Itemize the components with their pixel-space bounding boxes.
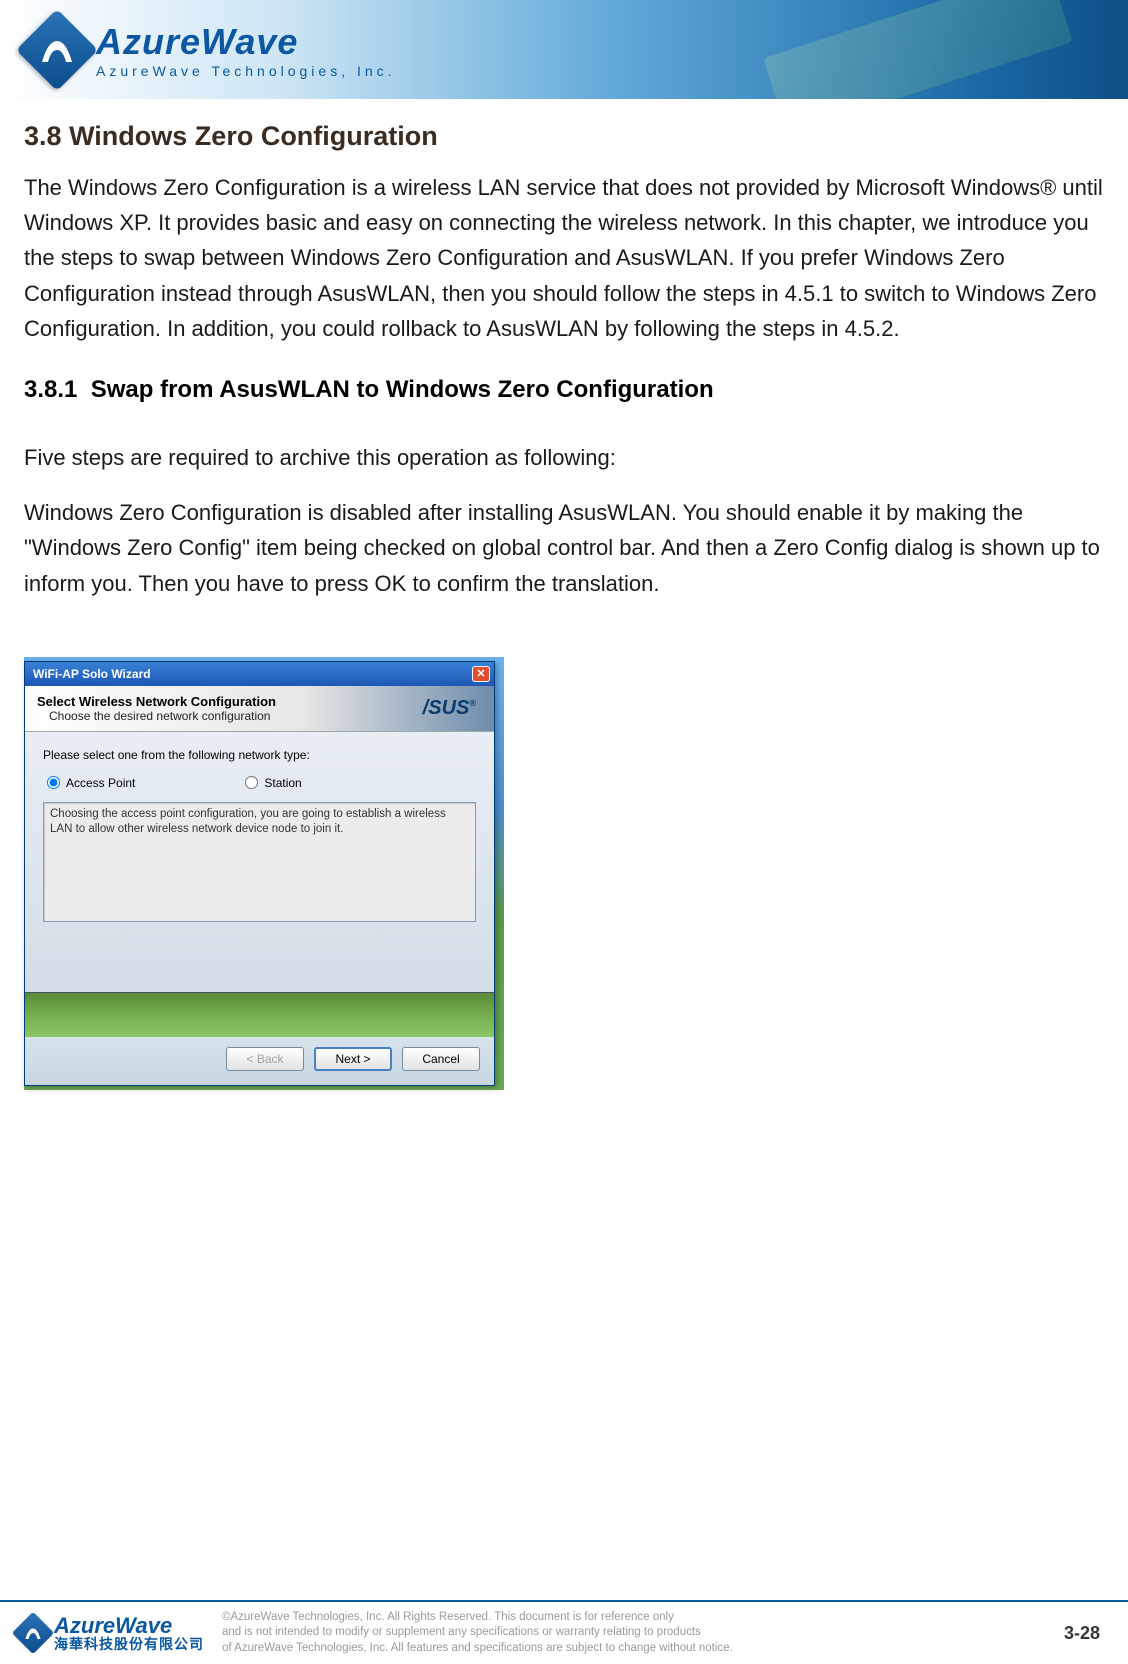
brand-name: AzureWave bbox=[96, 21, 396, 63]
subsection-title-text: Swap from AsusWLAN to Windows Zero Confi… bbox=[91, 376, 714, 403]
footer-line2: and is not intended to modify or supplem… bbox=[222, 1625, 1046, 1641]
radio-access-point-label: Access Point bbox=[66, 776, 135, 790]
radio-station[interactable]: Station bbox=[245, 776, 301, 790]
subsection-number: 3.8.1 bbox=[24, 376, 77, 403]
brand-diamond-icon bbox=[16, 8, 98, 90]
footer-copyright: ©AzureWave Technologies, Inc. All Rights… bbox=[222, 1610, 1046, 1657]
wizard-titlebar[interactable]: WiFi-AP Solo Wizard ✕ bbox=[25, 662, 494, 686]
footer-diamond-icon bbox=[12, 1612, 54, 1654]
radio-station-input[interactable] bbox=[245, 776, 258, 789]
subsection-p1: Five steps are required to archive this … bbox=[24, 440, 1104, 475]
cancel-button[interactable]: Cancel bbox=[402, 1047, 480, 1071]
page-header-banner: AzureWave AzureWave Technologies, Inc. bbox=[0, 0, 1128, 99]
footer-line1: ©AzureWave Technologies, Inc. All Rights… bbox=[222, 1610, 1046, 1626]
page-footer: AzureWave 海華科技股份有限公司 ©AzureWave Technolo… bbox=[0, 1600, 1128, 1664]
subsection-heading: 3.8.1 Swap from AsusWLAN to Windows Zero… bbox=[24, 376, 1104, 404]
footer-brand-name: AzureWave bbox=[54, 1615, 204, 1637]
wizard-window-title: WiFi-AP Solo Wizard bbox=[33, 667, 151, 681]
page-number: 3-28 bbox=[1064, 1623, 1100, 1644]
wizard-body: Please select one from the following net… bbox=[25, 732, 494, 992]
footer-brand-logo: AzureWave 海華科技股份有限公司 bbox=[18, 1615, 204, 1651]
wizard-header-sub: Choose the desired network configuration bbox=[37, 709, 270, 723]
brand-tagline: AzureWave Technologies, Inc. bbox=[96, 63, 396, 79]
network-type-radio-group: Access Point Station bbox=[43, 776, 476, 790]
wizard-prompt: Please select one from the following net… bbox=[43, 748, 476, 762]
page-content: 3.8 Windows Zero Configuration The Windo… bbox=[0, 99, 1128, 1090]
wizard-header: Select Wireless Network Configuration Ch… bbox=[25, 686, 494, 732]
wizard-separator-graphic bbox=[25, 992, 494, 1037]
wizard-header-text: Select Wireless Network Configuration Ch… bbox=[37, 694, 276, 723]
wizard-header-title: Select Wireless Network Configuration bbox=[37, 694, 276, 709]
asus-logo: /SUS® bbox=[423, 697, 482, 720]
footer-brand-text: AzureWave 海華科技股份有限公司 bbox=[54, 1615, 204, 1651]
wifi-ap-solo-wizard: WiFi-AP Solo Wizard ✕ Select Wireless Ne… bbox=[24, 661, 495, 1086]
radio-access-point[interactable]: Access Point bbox=[47, 776, 135, 790]
brand-logo-block: AzureWave AzureWave Technologies, Inc. bbox=[28, 21, 396, 79]
next-button[interactable]: Next > bbox=[314, 1047, 392, 1071]
radio-station-label: Station bbox=[264, 776, 301, 790]
section-heading: 3.8 Windows Zero Configuration bbox=[24, 121, 1104, 152]
radio-access-point-input[interactable] bbox=[47, 776, 60, 789]
section-title-text: Windows Zero Configuration bbox=[69, 121, 438, 151]
subsection-p2: Windows Zero Configuration is disabled a… bbox=[24, 495, 1104, 601]
back-button[interactable]: < Back bbox=[226, 1047, 304, 1071]
wizard-desktop-backdrop: WiFi-AP Solo Wizard ✕ Select Wireless Ne… bbox=[24, 657, 504, 1090]
brand-text: AzureWave AzureWave Technologies, Inc. bbox=[96, 21, 396, 79]
footer-brand-cn: 海華科技股份有限公司 bbox=[54, 1637, 204, 1651]
wizard-button-row: < Back Next > Cancel bbox=[25, 1037, 494, 1085]
close-icon[interactable]: ✕ bbox=[472, 666, 490, 682]
section-number: 3.8 bbox=[24, 121, 62, 151]
section-intro: The Windows Zero Configuration is a wire… bbox=[24, 170, 1104, 346]
network-type-description: Choosing the access point configuration,… bbox=[43, 802, 476, 922]
footer-line3: of AzureWave Technologies, Inc. All feat… bbox=[222, 1641, 1046, 1657]
